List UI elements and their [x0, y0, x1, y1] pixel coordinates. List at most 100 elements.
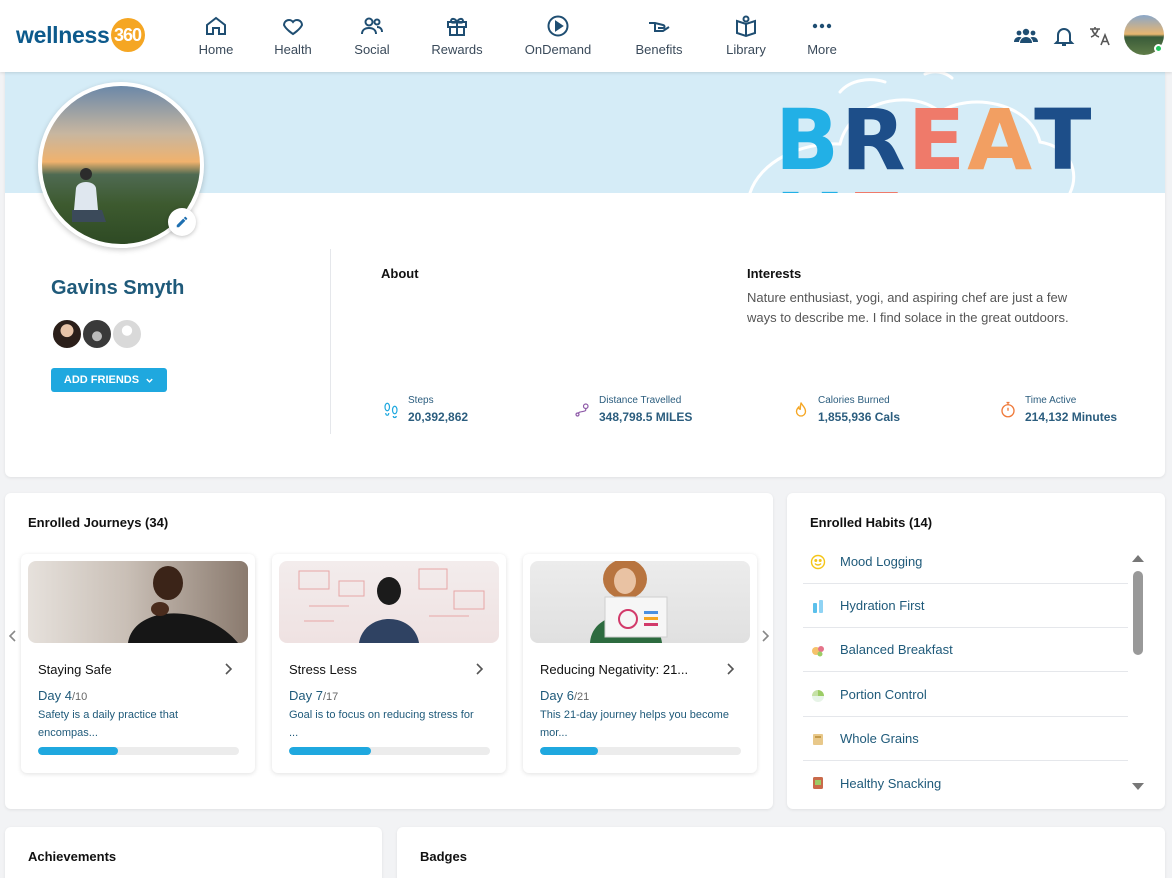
- play-icon: [547, 15, 569, 37]
- add-friends-button[interactable]: ADD FRIENDS: [51, 368, 167, 392]
- interests-heading: Interests: [747, 266, 802, 281]
- friend-avatar[interactable]: [81, 318, 113, 350]
- woman-holding-sign-image: [590, 561, 668, 643]
- enrolled-habits-panel: Enrolled Habits (14) Mood Logging Hydrat…: [787, 493, 1165, 809]
- add-friends-label: ADD FRIENDS: [63, 374, 140, 386]
- nav-library[interactable]: Library: [724, 14, 768, 62]
- online-status-dot: [1154, 44, 1163, 53]
- snack-icon: [813, 777, 823, 789]
- friend-avatar[interactable]: [51, 318, 83, 350]
- scroll-thumb[interactable]: [1133, 571, 1143, 655]
- stat-time-active-value: 214,132 Minutes: [1025, 410, 1118, 424]
- journey-day-total: /21: [573, 691, 590, 703]
- scroll-up-arrow-icon[interactable]: [1132, 555, 1144, 562]
- habits-scrollbar[interactable]: [1132, 555, 1144, 791]
- enrolled-journeys-panel: Enrolled Journeys (34) Staying Safe Day …: [5, 493, 773, 809]
- nav-home-label: Home: [198, 42, 234, 57]
- wellness360-logo[interactable]: wellness 360: [16, 18, 145, 52]
- journey-card[interactable]: Reducing Negativity: 21... Day 6/21 This…: [523, 554, 757, 773]
- logo-text: wellness: [16, 21, 110, 48]
- habit-item-healthy-snacking[interactable]: Healthy Snacking: [803, 761, 1128, 805]
- habit-label: Healthy Snacking: [840, 775, 942, 791]
- stat-steps-value: 20,392,862: [408, 410, 469, 424]
- habit-item-whole-grains[interactable]: Whole Grains: [803, 717, 1128, 761]
- banner-letter: R: [841, 91, 908, 189]
- habit-label: Whole Grains: [840, 731, 919, 746]
- heart-icon: [282, 19, 304, 36]
- people-icon: [361, 17, 383, 35]
- journey-description: Safety is a daily practice that encompas…: [38, 709, 179, 739]
- about-heading: About: [381, 266, 419, 281]
- journey-progress-fill: [289, 747, 372, 755]
- nav-social[interactable]: Social: [352, 14, 392, 62]
- carousel-next-icon[interactable]: [760, 629, 770, 643]
- nav-benefits-label: Benefits: [635, 42, 683, 57]
- chevron-right-icon[interactable]: [474, 662, 484, 676]
- logo-badge: 360: [110, 18, 145, 52]
- friend-avatar[interactable]: [111, 318, 143, 350]
- edit-photo-button[interactable]: [168, 208, 196, 236]
- habit-item-hydration-first[interactable]: Hydration First: [803, 584, 1128, 628]
- plate-icon: [812, 689, 824, 702]
- enrolled-journeys-title: Enrolled Journeys (34): [28, 515, 169, 530]
- nav-more[interactable]: More: [806, 14, 838, 62]
- more-icon: [812, 23, 832, 29]
- journey-card[interactable]: Staying Safe Day 4/10 Safety is a daily …: [21, 554, 255, 773]
- stat-distance-label: Distance Travelled: [599, 395, 682, 406]
- banner-letter: A: [967, 91, 1035, 189]
- profile-card: BREATHE Gavins Smyth ADD FRIENDS About I…: [5, 72, 1165, 477]
- journey-card[interactable]: Stress Less Day 7/17 Goal is to focus on…: [272, 554, 506, 773]
- profile-name: Gavins Smyth: [51, 277, 185, 299]
- grain-icon: [813, 733, 823, 745]
- nav-home[interactable]: Home: [196, 14, 236, 62]
- banner-letter: E: [907, 91, 968, 189]
- habit-item-balanced-breakfast[interactable]: Balanced Breakfast: [803, 628, 1128, 672]
- journey-day: Day 4/10: [38, 688, 87, 703]
- bell-icon[interactable]: [1052, 24, 1076, 48]
- enrolled-habits-title: Enrolled Habits (14): [810, 515, 933, 530]
- carousel-prev-icon[interactable]: [8, 629, 18, 643]
- habit-item-portion-control[interactable]: Portion Control: [803, 673, 1128, 717]
- stat-calories-value: 1,855,936 Cals: [818, 410, 901, 424]
- interests-text: Nature enthusiast, yogi, and aspiring ch…: [747, 290, 1069, 325]
- translate-icon[interactable]: [1088, 24, 1112, 48]
- journey-title: Reducing Negativity: 21...: [540, 662, 689, 677]
- journey-image: [530, 561, 750, 643]
- nav-more-label: More: [807, 42, 837, 57]
- banner-letter: E: [847, 182, 906, 193]
- chevron-right-icon[interactable]: [223, 662, 233, 676]
- chevron-down-icon: [146, 378, 153, 383]
- home-icon: [206, 16, 226, 35]
- nav-library-label: Library: [726, 42, 766, 57]
- banner-breathe-text: BREATHE: [775, 98, 1165, 193]
- breakfast-icon: [812, 645, 824, 656]
- journey-day-total: /17: [322, 691, 339, 703]
- nav-health[interactable]: Health: [273, 14, 313, 62]
- community-icon[interactable]: [1014, 24, 1038, 48]
- praying-man-image: [128, 566, 238, 643]
- habit-item-mood-logging[interactable]: Mood Logging: [803, 540, 1128, 584]
- journey-day-current: Day 4: [38, 688, 72, 703]
- journey-progress-bar: [38, 747, 239, 755]
- chevron-right-icon[interactable]: [725, 662, 735, 676]
- journey-title: Staying Safe: [38, 662, 112, 677]
- scroll-down-arrow-icon[interactable]: [1132, 783, 1144, 790]
- journey-description: Goal is to focus on reducing stress for …: [289, 709, 474, 739]
- smiley-icon: [810, 554, 826, 569]
- user-avatar[interactable]: [1124, 15, 1164, 55]
- nav-ondemand[interactable]: OnDemand: [523, 14, 593, 62]
- stat-distance: Distance Travelled 348,798.5 MILES: [573, 395, 692, 424]
- nav-rewards-label: Rewards: [431, 42, 483, 57]
- stat-time-active: Time Active 214,132 Minutes: [999, 395, 1117, 424]
- stat-time-active-label: Time Active: [1025, 395, 1077, 406]
- nav-benefits[interactable]: Benefits: [632, 14, 686, 62]
- nav-health-label: Health: [274, 42, 312, 57]
- journey-day: Day 7/17: [289, 688, 338, 703]
- journey-day-total: /10: [71, 691, 88, 703]
- banner-letter: T: [1034, 91, 1094, 189]
- journey-title: Stress Less: [289, 662, 357, 677]
- badges-panel: Badges: [397, 827, 1165, 878]
- nav-rewards[interactable]: Rewards: [430, 14, 484, 62]
- book-icon: [736, 15, 756, 38]
- journey-image: [28, 561, 248, 643]
